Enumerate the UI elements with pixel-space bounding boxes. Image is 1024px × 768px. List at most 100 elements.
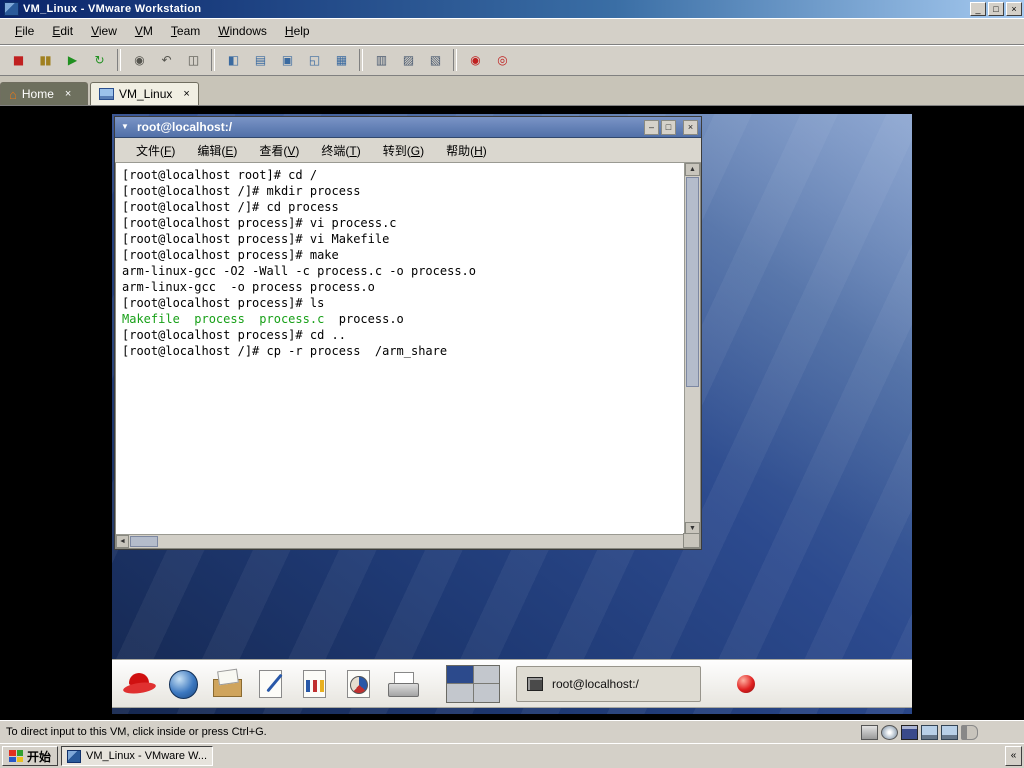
tab-vm-linux[interactable]: VM_Linux × (90, 82, 199, 105)
taskbar-task-button[interactable]: VM_Linux - VMware W... (61, 746, 214, 766)
terminal-close-button[interactable]: × (683, 119, 698, 135)
menu-bar: File Edit View VM Team Windows Help (0, 18, 1024, 45)
terminal-output: [root@localhost root]# cd / [root@localho… (118, 165, 683, 533)
terminal-menu-edit[interactable]: 编辑(E) (186, 139, 248, 162)
terminal-line: [root@localhost process]# cd .. (122, 328, 346, 342)
terminal-line: [root@localhost /]# cd process (122, 200, 339, 214)
vm-display-area[interactable]: ▼ root@localhost:/ – □ × 文件(F) 编辑(E) 查看(V)… (0, 106, 1024, 720)
revert-snapshot-button[interactable]: ↶ (153, 48, 179, 72)
terminal-menu-terminal[interactable]: 终端(T) (310, 139, 371, 162)
terminal-resize-grip[interactable] (683, 533, 700, 548)
window-list-button[interactable]: root@localhost:/ (516, 665, 701, 702)
tab-vm-linux-close-icon[interactable]: × (183, 88, 189, 100)
power-on-button[interactable]: ▶ (59, 48, 85, 72)
terminal-line: [root@localhost process]# ls (122, 296, 325, 310)
taskbar-overflow-button[interactable]: « (1005, 746, 1022, 766)
menu-file[interactable]: File (6, 21, 43, 41)
terminal-content-area[interactable]: [root@localhost root]# cd / [root@localho… (115, 163, 701, 549)
calc-icon[interactable] (296, 665, 334, 703)
terminal-menu-view[interactable]: 查看(V) (248, 139, 310, 162)
capture-movie-button[interactable]: ◎ (489, 48, 515, 72)
vm-desktop[interactable]: ▼ root@localhost:/ – □ × 文件(F) 编辑(E) 查看(V)… (112, 114, 912, 714)
workspace-3[interactable] (447, 684, 473, 702)
terminal-vertical-scrollbar[interactable]: ▲ (684, 163, 700, 535)
appliance-view-button[interactable]: ▨ (395, 48, 421, 72)
snapshot-manager-button[interactable]: ◫ (180, 48, 206, 72)
menu-view[interactable]: View (82, 21, 126, 41)
vertical-scroll-thumb[interactable] (686, 177, 699, 388)
workspace-1[interactable] (447, 665, 473, 683)
email-icon[interactable] (208, 665, 246, 703)
toolbar: ■ ▮▮ ▶ ↻ ◉ ↶ ◫ ◧ ▤ ▣ ◱ ▦ ▥ ▨ ▧ ◉ ◎ (0, 45, 1024, 76)
scroll-left-icon[interactable]: ◄ (116, 535, 129, 548)
vmware-task-icon (67, 749, 82, 763)
vmware-app-icon (4, 2, 19, 16)
sound-icon[interactable] (961, 724, 978, 740)
terminal-horizontal-scrollbar[interactable]: ◄ (116, 534, 685, 548)
menu-help[interactable]: Help (276, 21, 319, 41)
terminal-line: [root@localhost root]# cd / (122, 168, 318, 182)
network2-icon[interactable] (941, 724, 958, 740)
terminal-menu-goto[interactable]: 转到(G) (372, 139, 435, 162)
terminal-window-menu-chevron-icon[interactable]: ▼ (118, 120, 132, 134)
window-titlebar[interactable]: VM_Linux - VMware Workstation _ □ × (0, 0, 1024, 18)
start-button-label: 开始 (27, 749, 52, 764)
reset-button[interactable]: ↻ (86, 48, 112, 72)
workspace-2[interactable] (473, 665, 499, 683)
console-tab-button[interactable]: ▧ (422, 48, 448, 72)
terminal-menu-help[interactable]: 帮助(H) (435, 139, 498, 162)
printer-icon[interactable] (384, 665, 422, 703)
suspend-button[interactable]: ▮▮ (32, 48, 58, 72)
redhat-menu-icon[interactable] (120, 665, 158, 703)
menu-vm[interactable]: VM (126, 21, 162, 41)
terminal-line: [root@localhost process]# make (122, 248, 339, 262)
terminal-titlebar[interactable]: ▼ root@localhost:/ – □ × (115, 117, 701, 138)
scroll-up-icon[interactable]: ▲ (685, 163, 700, 176)
vmware-workstation-window: VM_Linux - VMware Workstation _ □ × File… (0, 0, 1024, 768)
capture-screen-button[interactable]: ◉ (462, 48, 488, 72)
menu-edit[interactable]: Edit (43, 21, 82, 41)
terminal-minimize-button[interactable]: – (644, 119, 659, 135)
quick-switch-button[interactable]: ▦ (328, 48, 354, 72)
redhat-network-alert-icon[interactable] (737, 674, 755, 693)
writer-icon[interactable] (252, 665, 290, 703)
show-sidebar-button[interactable]: ◧ (220, 48, 246, 72)
summary-view-button[interactable]: ▤ (247, 48, 273, 72)
cdrom-icon[interactable] (881, 724, 898, 740)
terminal-line: [root@localhost /]# mkdir process (122, 184, 361, 198)
home-icon: ⌂ (9, 86, 17, 102)
window-list-button-label: root@localhost:/ (552, 676, 639, 691)
summary-tab-button[interactable]: ▥ (368, 48, 394, 72)
network-icon[interactable] (921, 724, 938, 740)
harddisk-icon[interactable] (861, 724, 878, 740)
fullscreen-button[interactable]: ◱ (301, 48, 327, 72)
power-off-button[interactable]: ■ (5, 48, 31, 72)
terminal-icon (527, 676, 543, 691)
terminal-maximize-button[interactable]: □ (661, 119, 676, 135)
workspace-4[interactable] (473, 684, 499, 702)
workspace-switcher (446, 664, 500, 703)
status-bar: To direct input to this VM, click inside… (0, 720, 1024, 743)
floppy-icon[interactable] (901, 724, 918, 740)
horizontal-scroll-thumb[interactable] (130, 536, 158, 547)
window-minimize-button[interactable]: _ (970, 2, 986, 16)
tab-home-close-icon[interactable]: × (65, 88, 71, 100)
menu-windows[interactable]: Windows (209, 21, 276, 41)
vm-taskbar-panel: root@localhost:/ (112, 659, 912, 708)
terminal-window: ▼ root@localhost:/ – □ × 文件(F) 编辑(E) 查看(V)… (114, 116, 702, 550)
console-view-button[interactable]: ▣ (274, 48, 300, 72)
terminal-menu-file[interactable]: 文件(F) (125, 139, 186, 162)
start-button[interactable]: 开始 (2, 746, 59, 766)
web-browser-icon[interactable] (164, 665, 202, 703)
window-close-button[interactable]: × (1006, 2, 1022, 16)
menu-team[interactable]: Team (162, 21, 209, 41)
tab-home[interactable]: ⌂ Home × (0, 82, 88, 105)
window-title: VM_Linux - VMware Workstation (23, 3, 202, 15)
take-snapshot-button[interactable]: ◉ (126, 48, 152, 72)
impress-icon[interactable] (340, 665, 378, 703)
terminal-line: [root@localhost process]# vi process.c (122, 216, 397, 230)
window-maximize-button[interactable]: □ (988, 2, 1004, 16)
tab-bar: ⌂ Home × VM_Linux × (0, 76, 1024, 106)
terminal-line: Makefile process process.c process.o (122, 312, 404, 326)
toolbar-separator (359, 49, 363, 71)
